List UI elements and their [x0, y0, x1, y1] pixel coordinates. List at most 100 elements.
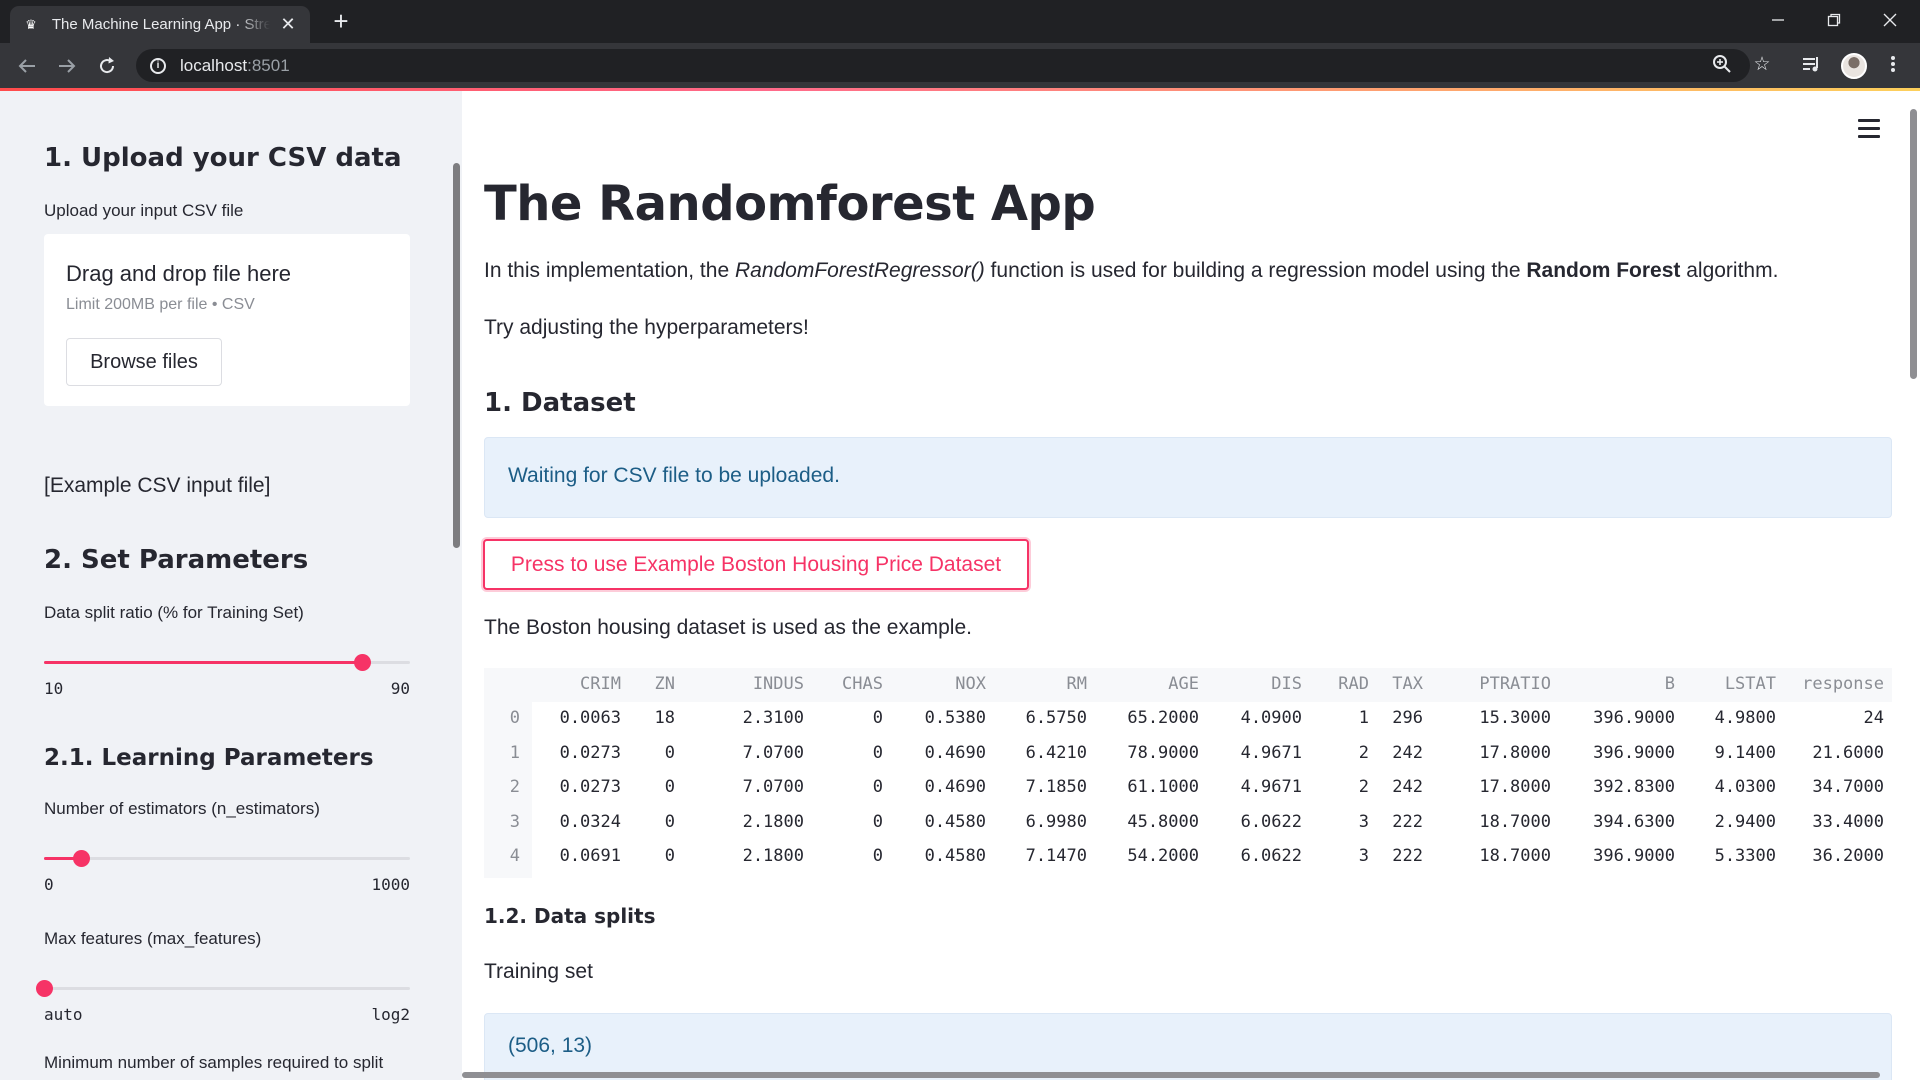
dataframe-table[interactable]: CRIM ZN INDUS CHAS NOX RM AGE DIS RAD TAX PTRATIO B… — [484, 668, 1892, 878]
upload-label: Upload your input CSV file — [44, 201, 244, 220]
table-cell: 0.4580 — [924, 846, 986, 866]
max-features-label: Max features (max_features) — [44, 929, 262, 948]
kebab-menu-icon[interactable] — [1880, 51, 1906, 77]
column-header[interactable]: AGE — [1168, 674, 1199, 694]
boston-text: The Boston housing dataset is used as th… — [484, 616, 972, 639]
table-cell: 0 — [872, 846, 883, 866]
table-cell: 0.0273 — [559, 777, 621, 797]
table-cell: 0 — [872, 708, 883, 728]
table-cell: 0 — [872, 811, 883, 832]
row-index: 0 — [509, 708, 520, 728]
column-header[interactable]: RAD — [1338, 674, 1369, 694]
reload-icon[interactable] — [92, 51, 122, 81]
max-features-slider[interactable] — [36, 980, 410, 997]
zoom-icon[interactable] — [1709, 51, 1735, 77]
table-cell: 222 — [1392, 811, 1423, 832]
star-icon[interactable]: ☆ — [1749, 51, 1775, 77]
table-cell: 6.4210 — [1025, 742, 1087, 763]
main-scrollbar[interactable] — [1910, 109, 1917, 379]
table-cell: 0.0273 — [559, 742, 621, 763]
table-row: 2 0.0273 0 7.0700 0 0.4690 7.1850 61.1000 4.9671… — [484, 771, 1892, 805]
table-cell: 7.1470 — [1025, 846, 1087, 866]
column-header[interactable]: INDUS — [753, 674, 804, 694]
column-header[interactable]: NOX — [955, 674, 986, 694]
profile-avatar[interactable] — [1841, 53, 1867, 79]
table-cell: 3 — [1358, 846, 1369, 866]
table-cell: 6.9980 — [1025, 811, 1087, 832]
table-cell: 2.1800 — [742, 811, 804, 832]
row-index: 1 — [509, 742, 520, 763]
training-shape-box: (506, 13) — [484, 1013, 1892, 1080]
back-icon[interactable] — [12, 51, 42, 81]
table-cell: 18 — [654, 708, 675, 728]
table-cell: 78.9000 — [1127, 742, 1199, 763]
hamburger-menu-icon[interactable] — [1858, 119, 1880, 138]
split-ratio-slider[interactable] — [44, 654, 410, 671]
close-tab-icon[interactable]: ✕ — [278, 14, 298, 35]
split-ratio-label: Data split ratio (% for Training Set) — [44, 603, 304, 622]
table-cell: 0.4690 — [924, 777, 986, 797]
column-header[interactable]: LSTAT — [1725, 674, 1776, 694]
min-samples-label: Minimum number of samples required to sp… — [44, 1053, 384, 1072]
forward-icon[interactable] — [52, 51, 82, 81]
table-cell: 4.0900 — [1240, 708, 1302, 728]
column-header[interactable]: CRIM — [580, 674, 621, 694]
info-icon[interactable]: i — [150, 57, 166, 74]
split-ratio-min: 10 — [44, 679, 64, 698]
max-features-thumb[interactable] — [36, 980, 53, 997]
table-cell: 4.9800 — [1714, 708, 1776, 728]
close-window-icon[interactable] — [1862, 0, 1918, 40]
table-cell: 0.0063 — [559, 708, 621, 728]
params-heading: 2. Set Parameters — [44, 545, 309, 575]
browser-toolbar: i localhost:8501 ☆ — [0, 43, 1920, 88]
estimators-slider[interactable] — [44, 850, 410, 867]
table-cell: 9.1400 — [1714, 742, 1776, 763]
split-ratio-thumb[interactable] — [354, 654, 372, 671]
browse-files-button[interactable]: Browse files — [66, 338, 222, 386]
table-cell: 0 — [872, 742, 883, 763]
table-cell: 2.3100 — [742, 708, 804, 728]
estimators-thumb[interactable] — [72, 850, 90, 867]
column-header[interactable]: response — [1802, 674, 1884, 694]
browser-tab[interactable]: ♛ The Machine Learning App · Streamlit ✕ — [10, 6, 310, 43]
table-cell: 18.7000 — [1479, 811, 1551, 832]
table-cell: 7.1850 — [1025, 777, 1087, 797]
table-cell: 296 — [1392, 708, 1423, 728]
use-example-dataset-button[interactable]: Press to use Example Boston Housing Pric… — [483, 539, 1029, 590]
estimators-max: 1000 — [371, 875, 410, 894]
minimize-icon[interactable] — [1750, 0, 1806, 40]
column-header[interactable]: CHAS — [842, 674, 883, 694]
column-header[interactable]: B — [1665, 674, 1675, 694]
url-text: localhost:8501 — [180, 55, 290, 75]
file-dropzone[interactable]: Drag and drop file here Limit 200MB per … — [44, 234, 410, 406]
column-header[interactable]: ZN — [655, 674, 675, 694]
dataframe-header: CRIM ZN INDUS CHAS NOX RM AGE DIS RAD TAX PTRATIO B… — [484, 668, 1892, 702]
table-cell: 7.0700 — [742, 777, 804, 797]
table-cell: 65.2000 — [1127, 708, 1199, 728]
table-cell: 2.9400 — [1714, 811, 1776, 832]
restore-icon[interactable] — [1806, 0, 1862, 40]
example-csv-link[interactable]: [Example CSV input file] — [44, 474, 270, 498]
column-header[interactable]: PTRATIO — [1479, 674, 1551, 694]
column-header[interactable]: RM — [1067, 674, 1087, 694]
sidebar-scrollbar[interactable] — [453, 163, 460, 548]
table-cell: 4.9671 — [1240, 742, 1302, 763]
table-cell: 0.5380 — [924, 708, 986, 728]
column-header[interactable]: TAX — [1392, 674, 1423, 694]
table-cell: 18.7000 — [1479, 846, 1551, 866]
column-header[interactable]: DIS — [1271, 674, 1302, 694]
table-row: 3 0.0324 0 2.1800 0 0.4580 6.9980 45.8000 6.0622… — [484, 806, 1892, 840]
media-icon[interactable] — [1798, 51, 1824, 77]
table-cell: 392.8300 — [1593, 777, 1675, 797]
table-cell: 15.3000 — [1479, 708, 1551, 728]
dataset-heading: 1. Dataset — [484, 388, 636, 418]
new-tab-button[interactable]: + — [326, 8, 356, 38]
row-index: 2 — [509, 777, 520, 797]
table-row: 0 0.0063 18 2.3100 0 0.5380 6.5750 65.2000 4.090… — [484, 702, 1892, 736]
data-splits-heading: 1.2. Data splits — [484, 904, 656, 928]
address-bar[interactable]: i localhost:8501 — [136, 49, 1750, 82]
dropzone-limit: Limit 200MB per file • CSV — [66, 296, 255, 313]
horizontal-scrollbar[interactable] — [462, 1072, 1880, 1078]
streamlit-crown-icon: ♛ — [25, 16, 37, 32]
estimators-label: Number of estimators (n_estimators) — [44, 799, 320, 818]
